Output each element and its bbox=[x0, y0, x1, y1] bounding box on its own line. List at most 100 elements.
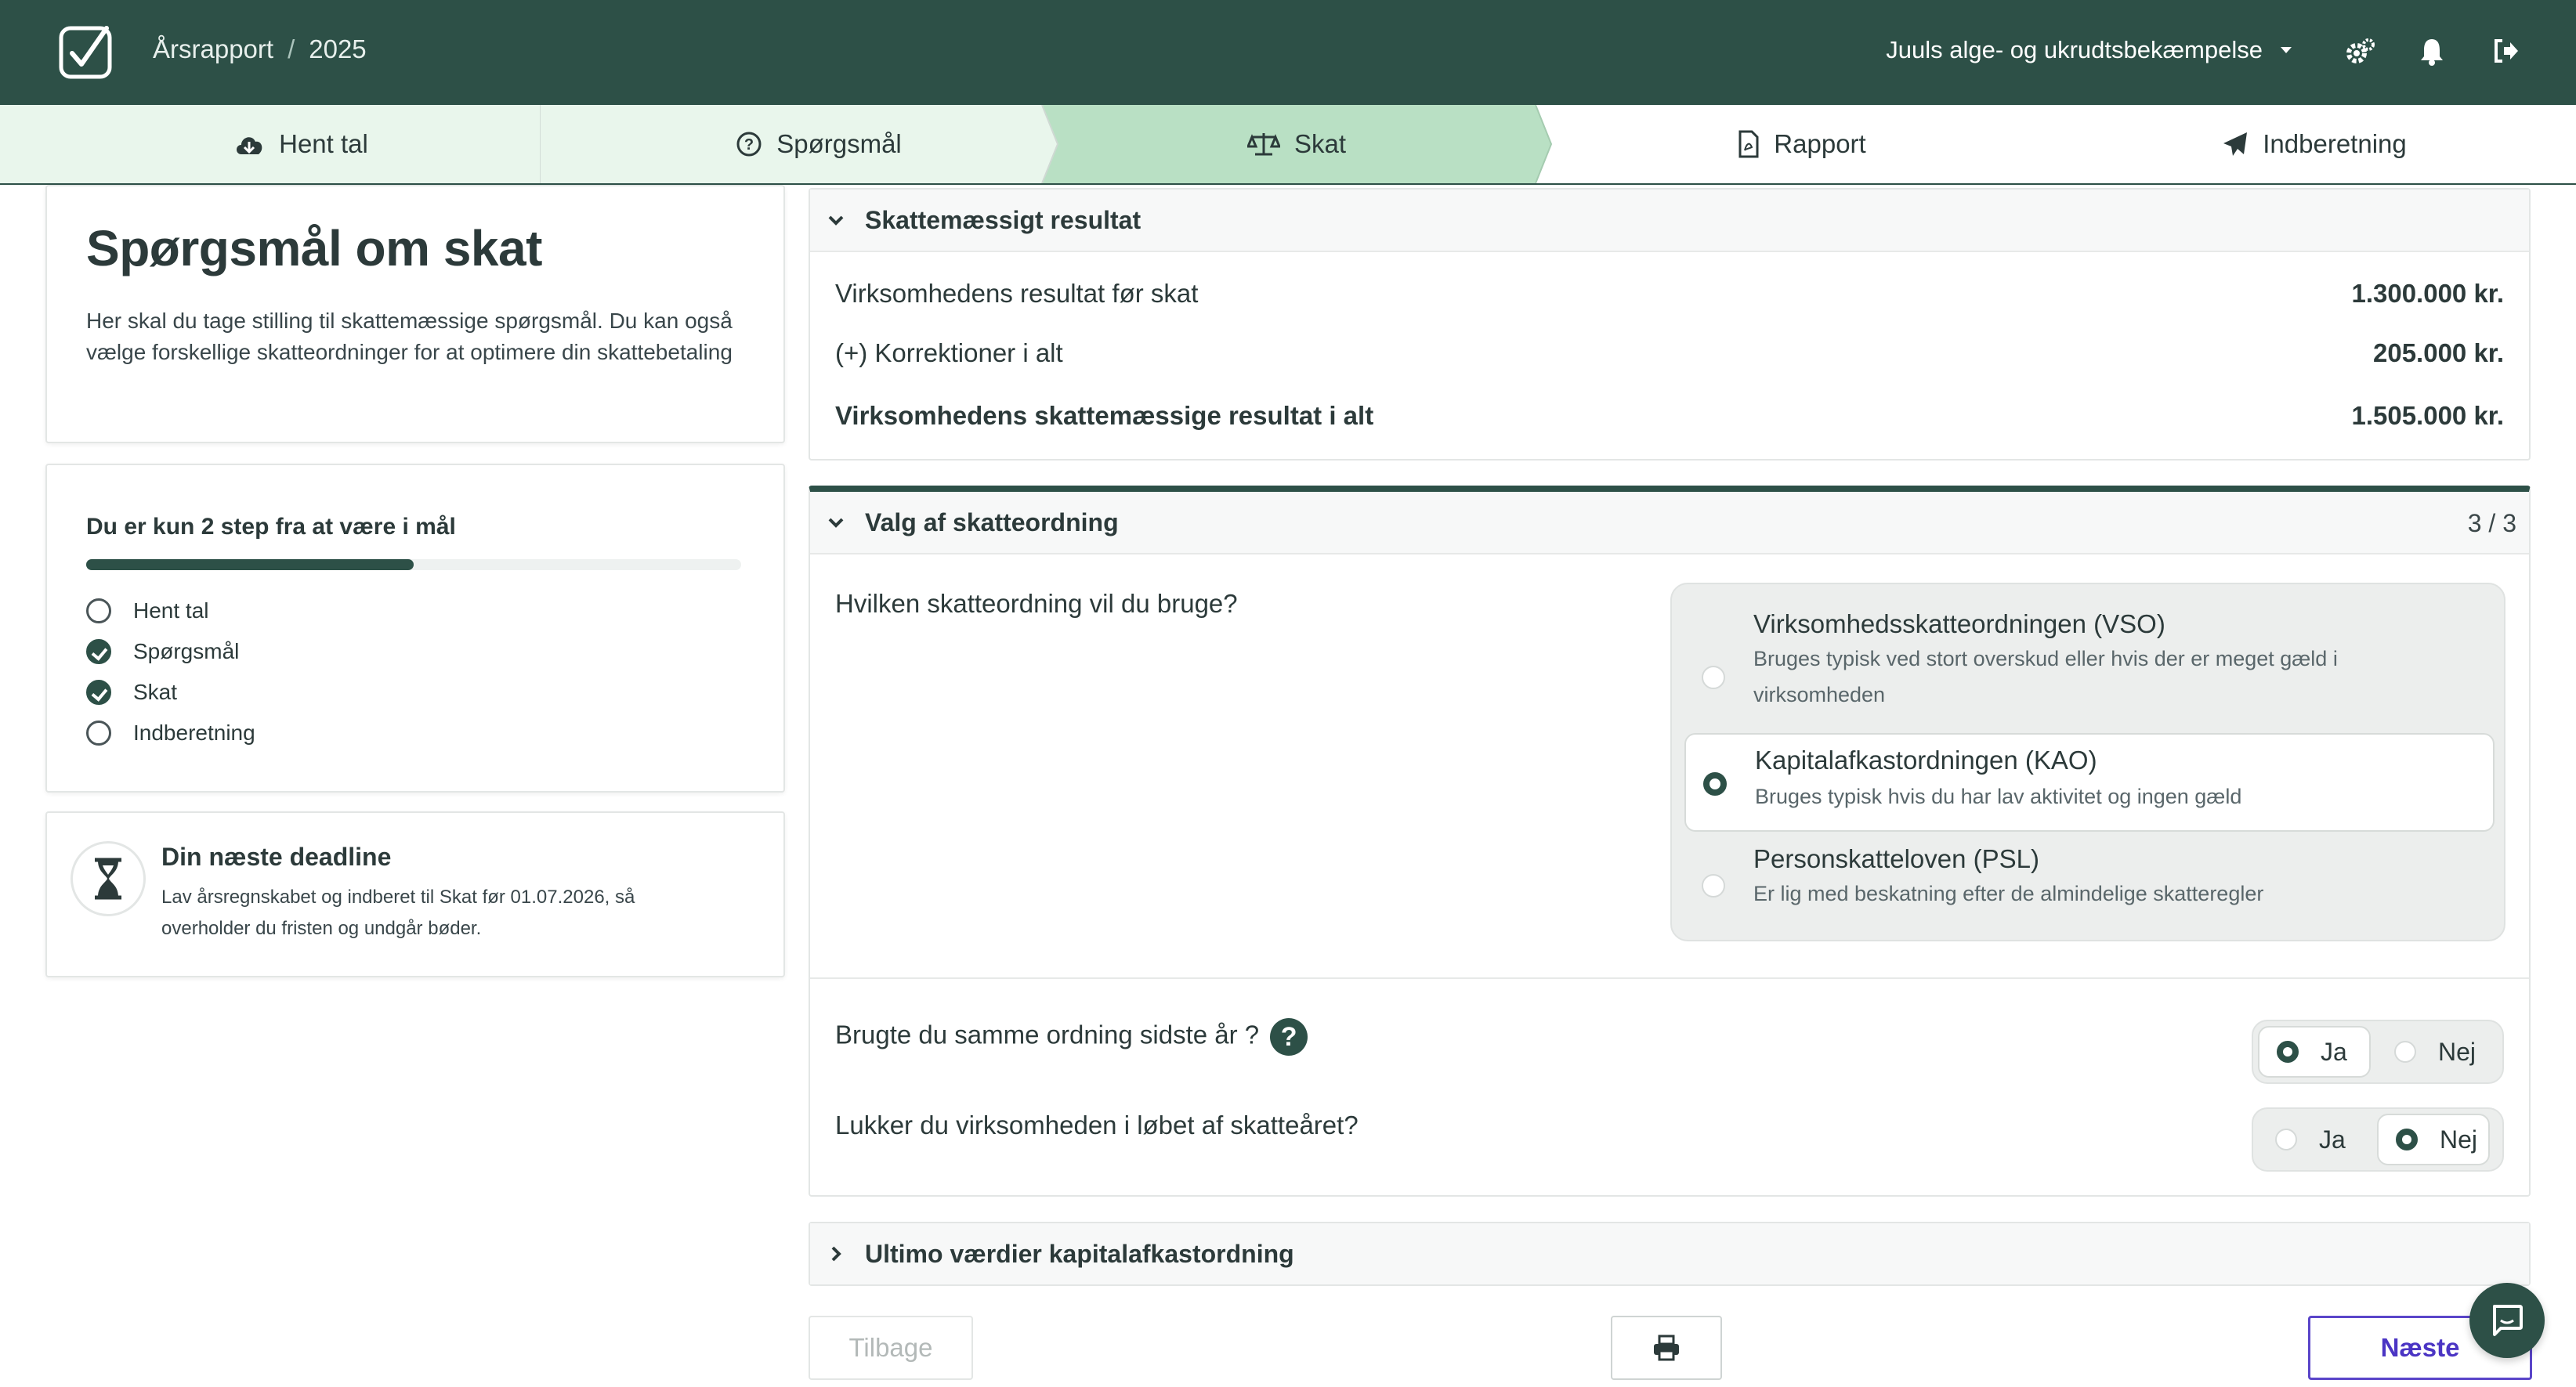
option-psl[interactable]: Personskatteloven (PSL) Er lig med beska… bbox=[1672, 840, 2504, 934]
top-icons bbox=[2346, 38, 2521, 66]
same-scheme-toggle[interactable]: Ja Nej bbox=[2252, 1020, 2504, 1084]
intro-card: Spørgsmål om skat Her skal du tage still… bbox=[45, 185, 785, 443]
chat-bubble-icon[interactable] bbox=[2469, 1283, 2545, 1358]
bell-icon[interactable] bbox=[2419, 38, 2448, 66]
checklist-label: Indberetning bbox=[133, 721, 255, 745]
top-bar: Årsrapport / 2025 Juuls alge- og ukrudts… bbox=[0, 0, 2576, 105]
step-label: Hent tal bbox=[279, 129, 368, 158]
check-circle-icon bbox=[86, 639, 111, 664]
breadcrumb-year: 2025 bbox=[309, 34, 367, 63]
option-title: Virksomhedsskatteordningen (VSO) bbox=[1753, 609, 2165, 638]
option-label: Ja bbox=[2319, 1125, 2346, 1154]
ultimo-panel: Ultimo værdier kapitalafkastordning bbox=[809, 1222, 2531, 1286]
deadline-title: Din næste deadline bbox=[161, 843, 392, 871]
checklist-item: Skat bbox=[86, 672, 255, 713]
close-business-question: Lukker du virksomheden i løbet af skatte… bbox=[835, 1111, 1359, 1140]
empty-circle-icon bbox=[86, 721, 111, 746]
radio-button[interactable] bbox=[1702, 666, 1725, 689]
paper-plane-icon bbox=[2223, 132, 2248, 156]
step-counter: 3 / 3 bbox=[2467, 509, 2516, 537]
result-value: 1.300.000 kr. bbox=[2351, 279, 2504, 308]
result-value: 205.000 kr. bbox=[2373, 338, 2504, 367]
option-vso[interactable]: Virksomhedsskatteordningen (VSO) Bruges … bbox=[1672, 600, 2504, 733]
chevron-down-icon bbox=[828, 518, 844, 528]
question-circle-icon: ? bbox=[736, 132, 762, 157]
checklist-item: Spørgsmål bbox=[86, 631, 255, 672]
question-text: Brugte du samme ordning sidste år ? bbox=[835, 1020, 1260, 1049]
step-spoergsmaal[interactable]: ? Spørgsmål bbox=[541, 105, 1097, 183]
option-no[interactable]: Nej bbox=[2377, 1026, 2490, 1078]
step-rapport[interactable]: Rapport bbox=[1551, 105, 2053, 183]
option-kao[interactable]: Kapitalafkastordningen (KAO) Bruges typi… bbox=[1684, 733, 2495, 832]
step-skat[interactable]: Skat bbox=[1058, 105, 1536, 183]
breadcrumb: Årsrapport / 2025 bbox=[153, 34, 367, 64]
option-description: Bruges typisk ved stort overskud eller h… bbox=[1753, 647, 2338, 706]
breadcrumb-separator: / bbox=[288, 34, 295, 63]
radio-button-selected bbox=[2277, 1041, 2299, 1063]
print-button[interactable] bbox=[1611, 1316, 1722, 1380]
tax-result-panel: Skattemæssigt resultat Virksomhedens res… bbox=[809, 188, 2531, 461]
option-yes[interactable]: Ja bbox=[2258, 1026, 2371, 1078]
checkbox-logo-icon[interactable] bbox=[58, 23, 116, 81]
result-label: Virksomhedens resultat før skat bbox=[835, 279, 1199, 308]
option-title: Kapitalafkastordningen (KAO) bbox=[1755, 746, 2097, 775]
tax-result-header[interactable]: Skattemæssigt resultat bbox=[810, 190, 2529, 252]
tax-scheme-panel: Valg af skatteordning 3 / 3 Hvilken skat… bbox=[809, 486, 2531, 1197]
panel-title: Skattemæssigt resultat bbox=[865, 205, 1141, 234]
radio-button bbox=[2394, 1041, 2416, 1063]
sign-out-icon[interactable] bbox=[2493, 38, 2521, 66]
checklist-item: Indberetning bbox=[86, 713, 255, 753]
check-circle-icon bbox=[86, 680, 111, 705]
result-row: (+) Korrektioner i alt 205.000 kr. bbox=[835, 338, 2504, 368]
intro-text: Her skal du tage stilling til skattemæss… bbox=[86, 309, 733, 364]
step-hent-tal[interactable]: Hent tal bbox=[0, 105, 602, 183]
deadline-card: Din næste deadline Lav årsregnskabet og … bbox=[45, 811, 785, 977]
radio-button-selected[interactable] bbox=[1703, 772, 1727, 796]
chevron-right-icon bbox=[831, 1246, 841, 1262]
progress-title: Du er kun 2 step fra at være i mål bbox=[86, 514, 456, 540]
option-label: Nej bbox=[2438, 1037, 2477, 1066]
result-total-row: Virksomhedens skattemæssige resultat i a… bbox=[835, 401, 2504, 431]
empty-circle-icon bbox=[86, 598, 111, 623]
step-label: Rapport bbox=[1774, 129, 1866, 158]
scheme-options: Virksomhedsskatteordningen (VSO) Bruges … bbox=[1670, 583, 2505, 941]
printer-icon bbox=[1654, 1335, 1679, 1361]
checklist-label: Spørgsmål bbox=[133, 639, 240, 663]
option-description: Bruges typisk hvis du har lav aktivitet … bbox=[1755, 785, 2242, 808]
ultimo-header[interactable]: Ultimo værdier kapitalafkastordning bbox=[810, 1223, 2529, 1284]
page-title: Spørgsmål om skat bbox=[86, 220, 542, 276]
balance-scale-icon bbox=[1246, 133, 1280, 156]
scheme-question: Hvilken skatteordning vil du bruge? bbox=[835, 589, 1238, 618]
progress-bar-fill bbox=[86, 559, 414, 570]
caret-down-icon bbox=[2281, 47, 2292, 53]
progress-bar bbox=[86, 559, 741, 570]
option-no[interactable]: Nej bbox=[2377, 1114, 2490, 1165]
tax-scheme-header[interactable]: Valg af skatteordning 3 / 3 bbox=[810, 492, 2529, 554]
close-business-toggle[interactable]: Ja Nej bbox=[2252, 1107, 2504, 1172]
option-description: Er lig med beskatning efter de almindeli… bbox=[1753, 882, 2264, 905]
divider bbox=[810, 977, 2529, 979]
cloud-download-icon bbox=[237, 137, 262, 154]
option-yes[interactable]: Ja bbox=[2258, 1114, 2371, 1165]
step-label: Spørgsmål bbox=[776, 129, 902, 158]
back-button[interactable]: Tilbage bbox=[809, 1316, 973, 1380]
option-label: Ja bbox=[2321, 1037, 2347, 1066]
result-label: Virksomhedens skattemæssige resultat i a… bbox=[835, 401, 1374, 430]
pdf-file-icon bbox=[1738, 130, 1759, 158]
step-indberetning[interactable]: Indberetning bbox=[2053, 105, 2576, 183]
progress-stepper: Hent tal ? Spørgsmål Skat Rapport Indber… bbox=[0, 105, 2576, 185]
breadcrumb-root[interactable]: Årsrapport bbox=[153, 34, 273, 64]
progress-checklist: Hent tal Spørgsmål Skat Indberetning bbox=[86, 591, 255, 753]
checklist-label: Hent tal bbox=[133, 598, 209, 623]
help-icon[interactable]: ? bbox=[1270, 1018, 1308, 1056]
deadline-text: Lav årsregnskabet og indberet til Skat f… bbox=[161, 887, 635, 939]
chevron-down-icon bbox=[828, 215, 844, 226]
gears-icon[interactable] bbox=[2346, 38, 2375, 66]
step-label: Skat bbox=[1293, 129, 1347, 158]
company-name: Juuls alge- og ukrudtsbekæmpelse bbox=[1886, 36, 2263, 63]
radio-button[interactable] bbox=[1702, 874, 1725, 898]
company-selector[interactable]: Juuls alge- og ukrudtsbekæmpelse bbox=[1886, 36, 2292, 64]
checklist-label: Skat bbox=[133, 680, 178, 704]
checklist-item: Hent tal bbox=[86, 591, 255, 631]
same-scheme-question: Brugte du samme ordning sidste år ?? bbox=[835, 1018, 1308, 1056]
